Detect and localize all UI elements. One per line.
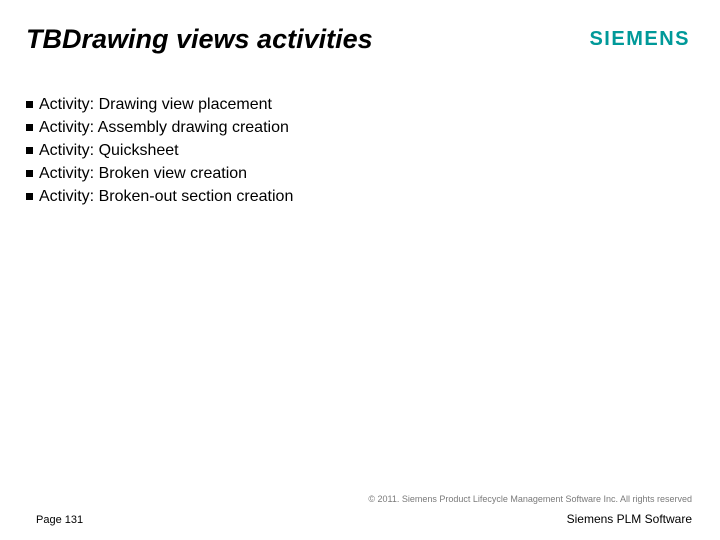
bullet-list: Activity: Drawing view placement Activit… bbox=[26, 94, 586, 209]
brand-footer: Siemens PLM Software bbox=[567, 512, 692, 526]
square-bullet-icon bbox=[26, 170, 33, 177]
square-bullet-icon bbox=[26, 193, 33, 200]
slide-title: TBDrawing views activities bbox=[26, 24, 373, 55]
copyright-text: © 2011. Siemens Product Lifecycle Manage… bbox=[368, 494, 692, 504]
list-item: Activity: Assembly drawing creation bbox=[26, 117, 586, 139]
page-number: Page 131 bbox=[36, 514, 83, 526]
list-item: Activity: Broken view creation bbox=[26, 163, 586, 185]
list-item: Activity: Quicksheet bbox=[26, 140, 586, 162]
slide: SIEMENS TBDrawing views activities Activ… bbox=[0, 0, 720, 540]
list-item: Activity: Broken-out section creation bbox=[26, 186, 586, 208]
bullet-text: Activity: Broken view creation bbox=[39, 163, 247, 185]
siemens-logo: SIEMENS bbox=[589, 28, 690, 51]
bullet-text: Activity: Assembly drawing creation bbox=[39, 117, 289, 139]
square-bullet-icon bbox=[26, 124, 33, 131]
square-bullet-icon bbox=[26, 147, 33, 154]
bullet-text: Activity: Broken-out section creation bbox=[39, 186, 293, 208]
square-bullet-icon bbox=[26, 101, 33, 108]
list-item: Activity: Drawing view placement bbox=[26, 94, 586, 116]
bullet-text: Activity: Drawing view placement bbox=[39, 94, 272, 116]
bullet-text: Activity: Quicksheet bbox=[39, 140, 179, 162]
